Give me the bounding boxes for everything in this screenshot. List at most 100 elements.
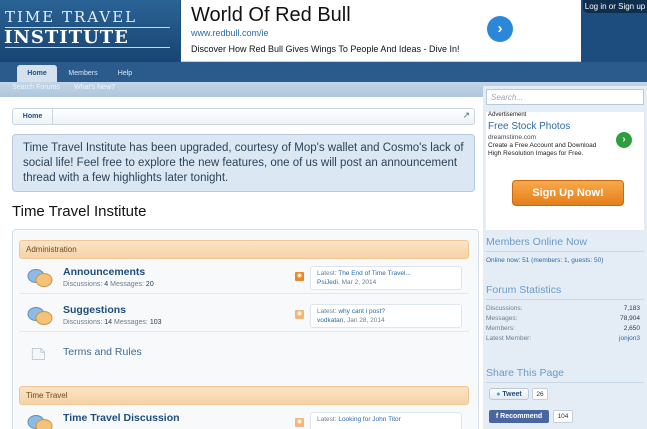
logo-divider bbox=[5, 47, 170, 48]
chat-bubbles-icon bbox=[27, 269, 53, 287]
messages-count: 20 bbox=[145, 281, 154, 288]
online-count: Online now: 51 (members: 1, guests: 50) bbox=[486, 257, 604, 264]
latest-post: Latest: why cant i post? vodkatan, Jan 2… bbox=[310, 304, 462, 328]
stat-value: 78,904 bbox=[620, 315, 640, 322]
tab-members[interactable]: Members bbox=[62, 65, 104, 82]
stat-row: Messages: 78,904 bbox=[486, 315, 644, 324]
recommend-label: Recommend bbox=[500, 413, 543, 420]
chat-bubbles-icon bbox=[27, 307, 53, 325]
stat-value: 2,650 bbox=[623, 325, 640, 332]
main-navigation: Home Members Help bbox=[0, 62, 647, 82]
forum-title[interactable]: Suggestions bbox=[63, 304, 126, 316]
page-title: Time Travel Institute bbox=[12, 203, 147, 220]
stat-label: Members: bbox=[486, 325, 515, 332]
latest-post-title[interactable]: The End of Time Travel... bbox=[338, 270, 411, 277]
tab-help[interactable]: Help bbox=[108, 65, 142, 82]
latest-post-title[interactable]: Looking for John Titor bbox=[338, 416, 401, 423]
forum-statistics-section: Forum Statistics Discussions: 7,183 Mess… bbox=[486, 284, 644, 344]
facebook-recommend-button[interactable]: f Recommend bbox=[489, 410, 549, 423]
category-header-administration[interactable]: Administration bbox=[19, 240, 469, 259]
ad-title[interactable]: World Of Red Bull bbox=[191, 4, 351, 27]
header-advertisement[interactable]: World Of Red Bull www.redbull.com/ie Dis… bbox=[181, 0, 581, 62]
section-heading: Forum Statistics bbox=[486, 284, 644, 300]
latest-member-link[interactable]: jonjon3 bbox=[619, 335, 640, 342]
section-heading[interactable]: Members Online Now bbox=[486, 236, 644, 252]
ad-label: Advertisement bbox=[488, 112, 527, 118]
ad-description: Create a Free Account and Download High … bbox=[488, 142, 597, 157]
stat-row: Latest Member: jonjon3 bbox=[486, 335, 644, 344]
latest-post: Latest: The End of Time Travel... PsiJed… bbox=[310, 266, 462, 290]
latest-post-date: Mar 2, 2014 bbox=[341, 279, 377, 286]
forum-title[interactable]: Time Travel Discussion bbox=[63, 412, 180, 424]
discussions-count: 4 bbox=[104, 281, 109, 288]
latest-post: Latest: Looking for John Titor bbox=[310, 412, 462, 429]
stat-label: Latest Member: bbox=[486, 335, 532, 342]
share-page-section: Share This Page ● Tweet 26 f Recommend 1… bbox=[486, 367, 644, 423]
forum-stats: Discussions: 4 Messages: 20 bbox=[63, 281, 154, 288]
ad-title[interactable]: Free Stock Photos bbox=[488, 121, 570, 132]
search-input[interactable]: Search... bbox=[486, 89, 644, 105]
forum-row[interactable]: Suggestions Discussions: 14 Messages: 10… bbox=[19, 302, 469, 332]
announcement-notice: Time Travel Institute has been upgraded,… bbox=[12, 134, 475, 192]
forum-row[interactable]: Terms and Rules bbox=[19, 340, 469, 374]
breadcrumb-home[interactable]: Home bbox=[13, 109, 53, 124]
stat-value: 7,183 bbox=[623, 305, 640, 312]
twitter-bird-icon: ● bbox=[496, 391, 501, 398]
latest-label: Latest: bbox=[317, 416, 337, 423]
sign-up-button[interactable]: Sign Up Now! bbox=[512, 180, 624, 206]
document-icon bbox=[31, 348, 45, 360]
main-content: Home ↗ Time Travel Institute has been up… bbox=[0, 97, 483, 429]
stats-list: Discussions: 7,183 Messages: 78,904 Memb… bbox=[486, 305, 644, 344]
chevron-right-icon[interactable]: › bbox=[487, 16, 513, 42]
latest-post-title[interactable]: why cant i post? bbox=[338, 308, 385, 315]
discussions-label: Discussions: bbox=[63, 319, 103, 326]
messages-label: Messages: bbox=[114, 319, 148, 326]
forum-row[interactable]: Announcements Discussions: 4 Messages: 2… bbox=[19, 264, 469, 294]
ad-url[interactable]: dreamstime.com bbox=[488, 134, 536, 141]
recommend-count: 104 bbox=[553, 410, 573, 423]
forum-title[interactable]: Terms and Rules bbox=[63, 346, 142, 358]
stat-row: Members: 2,650 bbox=[486, 325, 644, 334]
messages-count: 103 bbox=[149, 319, 162, 326]
ad-url[interactable]: www.redbull.com/ie bbox=[191, 28, 269, 38]
whats-new-link[interactable]: What's New? bbox=[74, 84, 115, 91]
chevron-right-icon[interactable]: › bbox=[616, 132, 632, 148]
forum-title[interactable]: Announcements bbox=[63, 266, 145, 278]
site-logo[interactable]: TIME TRAVEL INSTITUTE bbox=[0, 0, 180, 62]
chat-bubbles-icon bbox=[27, 415, 53, 429]
category-header-time-travel[interactable]: Time Travel bbox=[19, 386, 469, 405]
stat-label: Discussions: bbox=[486, 305, 523, 312]
jump-to-icon[interactable]: ↗ bbox=[462, 110, 470, 121]
rss-icon[interactable]: ◉ bbox=[295, 310, 304, 319]
login-signup-link[interactable]: Log in or Sign up bbox=[583, 0, 647, 13]
forum-row[interactable]: Time Travel Discussion ◉ Latest: Looking… bbox=[19, 410, 469, 429]
tweet-button[interactable]: ● Tweet bbox=[489, 388, 529, 400]
stat-row: Discussions: 7,183 bbox=[486, 305, 644, 314]
latest-post-date: Jan 28, 2014 bbox=[347, 317, 385, 324]
members-online-section: Members Online Now Online now: 51 (membe… bbox=[486, 236, 644, 264]
latest-post-user[interactable]: PsiJedi bbox=[317, 279, 338, 286]
stat-label: Messages: bbox=[486, 315, 518, 322]
breadcrumb: Home ↗ bbox=[12, 108, 475, 125]
messages-label: Messages: bbox=[110, 281, 144, 288]
latest-post-user[interactable]: vodkatan bbox=[317, 317, 343, 324]
latest-label: Latest: bbox=[317, 270, 337, 277]
sidebar: Search... Advertisement Free Stock Photo… bbox=[483, 86, 647, 429]
site-header: TIME TRAVEL INSTITUTE World Of Red Bull … bbox=[0, 0, 647, 62]
discussions-label: Discussions: bbox=[63, 281, 103, 288]
sidebar-advertisement[interactable]: Advertisement Free Stock Photos dreamsti… bbox=[486, 112, 644, 230]
logo-text-bottom: INSTITUTE bbox=[4, 27, 129, 48]
section-heading: Share This Page bbox=[486, 367, 644, 383]
rss-icon[interactable]: ◉ bbox=[295, 272, 304, 281]
logo-text-top: TIME TRAVEL bbox=[5, 8, 138, 26]
search-forums-link[interactable]: Search Forums bbox=[12, 84, 60, 91]
facebook-icon: f bbox=[495, 413, 499, 420]
tweet-label: Tweet bbox=[502, 391, 522, 398]
rss-icon[interactable]: ◉ bbox=[295, 418, 304, 427]
latest-label: Latest: bbox=[317, 308, 337, 315]
forum-stats: Discussions: 14 Messages: 103 bbox=[63, 319, 162, 326]
tweet-count: 26 bbox=[532, 388, 548, 400]
ad-description: Discover How Red Bull Gives Wings To Peo… bbox=[191, 44, 460, 54]
tab-home[interactable]: Home bbox=[17, 65, 57, 82]
forum-list: Administration Announcements Discussions… bbox=[12, 229, 479, 429]
